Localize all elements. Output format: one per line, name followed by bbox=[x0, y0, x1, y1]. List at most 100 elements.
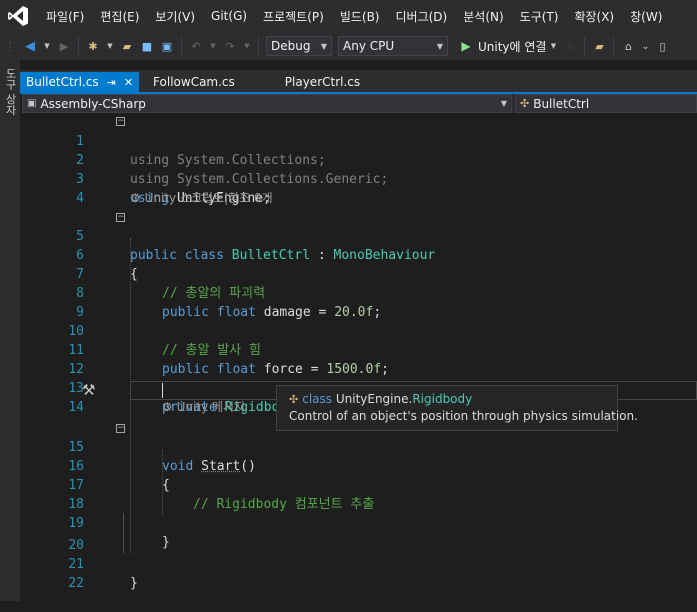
code-line: 5 public class BulletCtrl : MonoBehaviou… bbox=[22, 208, 697, 263]
tab-followcam[interactable]: FollowCam.cs bbox=[147, 72, 241, 92]
quick-info-tooltip: ✣ class UnityEngine.Rigidbody Control of … bbox=[276, 385, 638, 431]
close-icon[interactable]: ✕ bbox=[124, 76, 133, 89]
menu-extensions[interactable]: 확장(X) bbox=[566, 8, 622, 25]
menu-file[interactable]: 파일(F) bbox=[38, 8, 92, 25]
menu-window[interactable]: 창(W) bbox=[622, 8, 670, 25]
tab-bulletctrl[interactable]: BulletCtrl.cs ⇥ ✕ bbox=[20, 72, 140, 92]
code-line: 10 // 총알 발사 힘 bbox=[22, 303, 697, 358]
code-line: 7 // 총알의 파괴력 bbox=[22, 246, 697, 301]
menu-edit[interactable]: 편집(E) bbox=[92, 8, 147, 25]
code-line: 21 } bbox=[22, 536, 697, 591]
new-project-icon[interactable]: ✱ bbox=[86, 39, 100, 53]
unity-icon: ⚙ bbox=[162, 400, 173, 414]
toolbar: ⋮ ◀ ▼ ▶ ✱ ▼ ▰ ■ ▣ ↶ ▼ ↷ ▼ Debug ▼ Any CP… bbox=[0, 32, 697, 60]
toolbox-tab[interactable]: 도구 상자 bbox=[2, 68, 18, 116]
undo-icon[interactable]: ↶ bbox=[189, 39, 203, 53]
tab-label: PlayerCtrl.cs bbox=[284, 75, 361, 89]
tooltip-type: Rigidbody bbox=[412, 392, 473, 406]
undo-dropdown-icon[interactable]: ▼ bbox=[209, 39, 217, 53]
codelens-class[interactable]: ⚙ Unity 스크립트|참조 0개 bbox=[130, 189, 273, 208]
forward-icon[interactable]: ▶ bbox=[57, 39, 71, 53]
save-icon[interactable]: ■ bbox=[140, 39, 154, 53]
configuration-value: Debug bbox=[271, 39, 311, 53]
class-dropdown[interactable]: ✣ BulletCtrl bbox=[515, 94, 697, 113]
line-number: 14 bbox=[68, 400, 84, 415]
tab-playerctrl[interactable]: PlayerCtrl.cs bbox=[279, 72, 366, 92]
menu-analyze[interactable]: 분석(N) bbox=[455, 8, 511, 25]
class-icon: ✣ bbox=[289, 393, 299, 406]
code-line: 8 public float damage = 20.0f; bbox=[22, 265, 697, 320]
folder-search-icon[interactable]: ▰ bbox=[592, 39, 606, 53]
code-line: 9 bbox=[22, 284, 697, 320]
menu-project[interactable]: 프로젝트(P) bbox=[255, 8, 332, 25]
code-line: 12 bbox=[22, 341, 697, 377]
code-line: 22 bbox=[22, 555, 697, 591]
run-dropdown-icon[interactable]: ▼ bbox=[549, 39, 557, 53]
menu-tools[interactable]: 도구(T) bbox=[512, 8, 567, 25]
toolbar-separator bbox=[258, 37, 259, 55]
redo-icon[interactable]: ↷ bbox=[223, 39, 237, 53]
play-icon[interactable]: ▶ bbox=[459, 39, 473, 53]
code-line: 18 bbox=[22, 476, 697, 512]
code-line: 19 } bbox=[22, 495, 697, 550]
line-number: 22 bbox=[68, 576, 84, 591]
back-icon[interactable]: ◀ bbox=[23, 39, 37, 54]
code-editor[interactable]: − − − ⚒ 1 using System.Collections; 2 us… bbox=[22, 113, 697, 601]
toolbar-separator bbox=[78, 37, 79, 55]
project-dropdown[interactable]: ▣ Assembly-CSharp ▼ bbox=[22, 94, 512, 113]
codelens-method[interactable]: ⚙ Unity 메시지 bbox=[162, 398, 245, 417]
code-line: 11 public float force = 1500.0f; bbox=[22, 322, 697, 377]
chevron-down-icon: ▼ bbox=[436, 41, 443, 51]
pin-icon[interactable]: ⇥ bbox=[107, 76, 116, 89]
save-all-icon[interactable]: ▣ bbox=[160, 39, 174, 53]
toolbar-separator bbox=[613, 37, 615, 55]
class-icon: ✣ bbox=[520, 97, 530, 110]
code-line: 2 using System.Collections.Generic; bbox=[22, 132, 697, 187]
code-line: 13 private Rigidbody rb; bbox=[22, 360, 697, 415]
toolbar-separator bbox=[584, 37, 586, 55]
menu-view[interactable]: 보기(V) bbox=[147, 8, 203, 25]
visual-studio-logo-icon bbox=[8, 6, 28, 26]
code-text: } bbox=[130, 576, 138, 591]
tooltip-namespace: UnityEngine. bbox=[335, 392, 413, 406]
menu-git[interactable]: Git(G) bbox=[203, 9, 255, 23]
redo-dropdown-icon[interactable]: ▼ bbox=[243, 39, 251, 53]
line-number: 4 bbox=[76, 191, 84, 206]
toolbar-grip-icon: ⋮ bbox=[4, 39, 16, 53]
class-value: BulletCtrl bbox=[533, 96, 590, 111]
chevron-down-icon: ▼ bbox=[500, 99, 507, 108]
unity-icon: ⚙ bbox=[130, 191, 141, 205]
toolbar-overflow-icon[interactable]: ⌄ bbox=[641, 39, 649, 53]
tab-label: FollowCam.cs bbox=[153, 75, 235, 89]
code-line: 6 { bbox=[22, 227, 697, 282]
project-value: Assembly-CSharp bbox=[40, 96, 146, 111]
configuration-dropdown[interactable]: Debug ▼ bbox=[266, 36, 332, 56]
menu-bar: 파일(F) 편집(E) 보기(V) Git(G) 프로젝트(P) 빌드(B) 디… bbox=[0, 0, 697, 32]
code-line: 17 // Rigidbody 컴포넌트 추출 bbox=[22, 457, 697, 512]
tooltip-description: Control of an object's position through … bbox=[289, 409, 638, 423]
back-dropdown-icon[interactable]: ▼ bbox=[43, 39, 51, 53]
menu-build[interactable]: 빌드(B) bbox=[332, 8, 388, 25]
open-folder-icon[interactable]: ▰ bbox=[120, 39, 134, 53]
tooltip-signature: ✣ class UnityEngine.Rigidbody bbox=[289, 392, 472, 406]
code-line: 16 { bbox=[22, 438, 697, 493]
platform-dropdown[interactable]: Any CPU ▼ bbox=[338, 36, 448, 56]
new-dropdown-icon[interactable]: ▼ bbox=[106, 39, 114, 53]
toolbar-separator bbox=[181, 37, 182, 55]
windows-layout-icon[interactable]: ▯ bbox=[655, 39, 669, 53]
tab-label: BulletCtrl.cs bbox=[26, 75, 99, 89]
csharp-project-icon: ▣ bbox=[27, 98, 37, 109]
navigation-bar: ▣ Assembly-CSharp ▼ ✣ BulletCtrl bbox=[22, 94, 697, 113]
menu-debug[interactable]: 디버그(D) bbox=[388, 8, 456, 25]
code-line: 1 using System.Collections; bbox=[22, 113, 697, 168]
toolbox-side-panel: 도구 상자 bbox=[0, 60, 20, 601]
document-tabs: BulletCtrl.cs ⇥ ✕ FollowCam.cs PlayerCtr… bbox=[20, 70, 697, 92]
chevron-down-icon: ▼ bbox=[320, 41, 327, 51]
home-icon[interactable]: ⌂ bbox=[621, 39, 635, 53]
run-button-label[interactable]: Unity에 연결 bbox=[478, 38, 546, 55]
codelens-text: Unity 메시지 bbox=[176, 400, 246, 414]
hot-reload-icon[interactable]: ♨ bbox=[563, 39, 577, 53]
code-line: 4 bbox=[22, 170, 697, 206]
code-line: 20 bbox=[22, 517, 697, 553]
tooltip-kind: class bbox=[302, 392, 333, 406]
